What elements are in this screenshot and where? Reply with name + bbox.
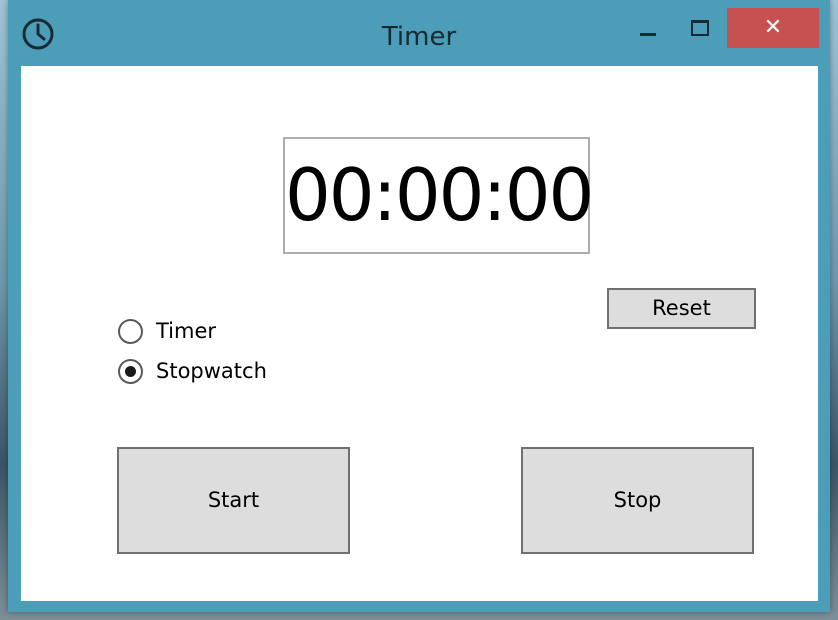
radio-circle-timer[interactable] (118, 319, 143, 344)
maximize-button[interactable] (680, 8, 720, 48)
client-area: 00:00:00 Reset Timer Stopwatch Start Sto… (21, 66, 818, 601)
time-display: 00:00:00 (283, 137, 594, 254)
close-icon: ✕ (763, 15, 783, 40)
radio-selected-dot (125, 366, 136, 377)
radio-label-stopwatch[interactable]: Stopwatch (156, 357, 267, 385)
close-button[interactable]: ✕ (727, 8, 819, 48)
reset-button[interactable]: Reset (607, 288, 756, 329)
time-display-text: 00:00:00 (285, 153, 594, 237)
start-button[interactable]: Start (117, 447, 350, 554)
maximize-icon (691, 20, 709, 36)
radio-circle-stopwatch[interactable] (118, 359, 143, 384)
minimize-button[interactable] (628, 8, 668, 48)
stop-button[interactable]: Stop (521, 447, 754, 554)
radio-label-timer[interactable]: Timer (156, 317, 216, 345)
timer-window: Timer ✕ 00:00:00 Reset Timer Stopwatch S… (8, 0, 830, 612)
title-bar[interactable]: Timer ✕ (8, 0, 830, 58)
minimize-icon (640, 33, 656, 36)
